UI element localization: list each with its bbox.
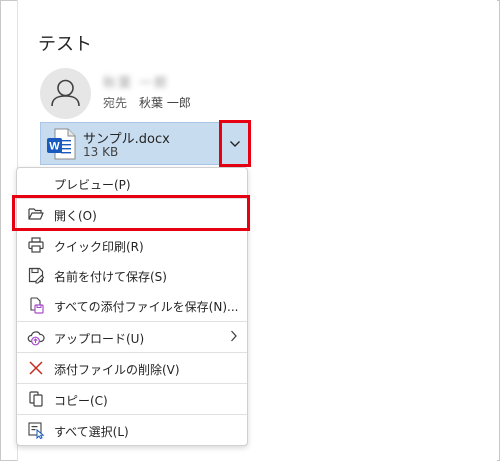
email-subject: テスト [38,34,92,55]
person-icon [51,79,80,107]
menu-separator [17,414,247,415]
menu-item-copy[interactable]: コピー(C) [17,385,247,413]
select-all-icon [28,422,45,439]
copy-icon [29,391,43,407]
word-doc-icon: W [47,128,76,160]
save-all-icon [30,297,44,314]
svg-text:W: W [49,141,60,153]
menu-item-preview[interactable]: プレビュー(P) [17,169,247,197]
chevron-right-icon [231,330,237,342]
menu-item-label: アップロード(U) [54,332,145,346]
menu-separator [17,352,247,353]
printer-icon [28,237,44,253]
menu-item-select-all[interactable]: すべて選択(L) [17,416,247,444]
open-item-highlight-box [12,195,250,231]
attachment-file-size: 13 KB [83,145,119,159]
sender-avatar[interactable] [40,68,91,119]
menu-item-label: コピー(C) [54,394,108,408]
menu-item-quick-print[interactable]: クイック印刷(R) [17,231,247,259]
recipient-name[interactable]: 秋葉 一郎 [139,96,191,110]
menu-item-save-all[interactable]: すべての添付ファイルを保存(N)... [17,291,247,319]
menu-item-label: すべて選択(L) [54,425,129,439]
menu-item-label: 添付ファイルの削除(V) [54,363,180,377]
recipient-line: 宛先 秋葉 一郎 [103,94,191,111]
dropdown-highlight-box [219,120,251,167]
menu-separator [17,321,247,322]
menu-item-label: プレビュー(P) [54,178,131,192]
menu-item-upload[interactable]: アップロード(U) [17,323,247,351]
menu-item-delete-attachment[interactable]: 添付ファイルの削除(V) [17,354,247,382]
menu-item-label: クイック印刷(R) [54,240,144,254]
recipient-label: 宛先 [103,96,128,110]
attachment-card[interactable]: W サンプル.docx 13 KB [40,122,249,165]
menu-separator [17,383,247,384]
menu-item-label: 名前を付けて保存(S) [54,270,167,284]
menu-item-save-as[interactable]: 名前を付けて保存(S) [17,261,247,289]
delete-icon [29,361,43,375]
menu-item-label: すべての添付ファイルを保存(N)... [54,300,239,314]
cloud-upload-icon [27,331,45,346]
sender-name[interactable]: 秋葉 一郎 [103,72,169,91]
save-as-icon [28,267,45,284]
attachment-file-area[interactable]: W サンプル.docx 13 KB [41,123,219,164]
